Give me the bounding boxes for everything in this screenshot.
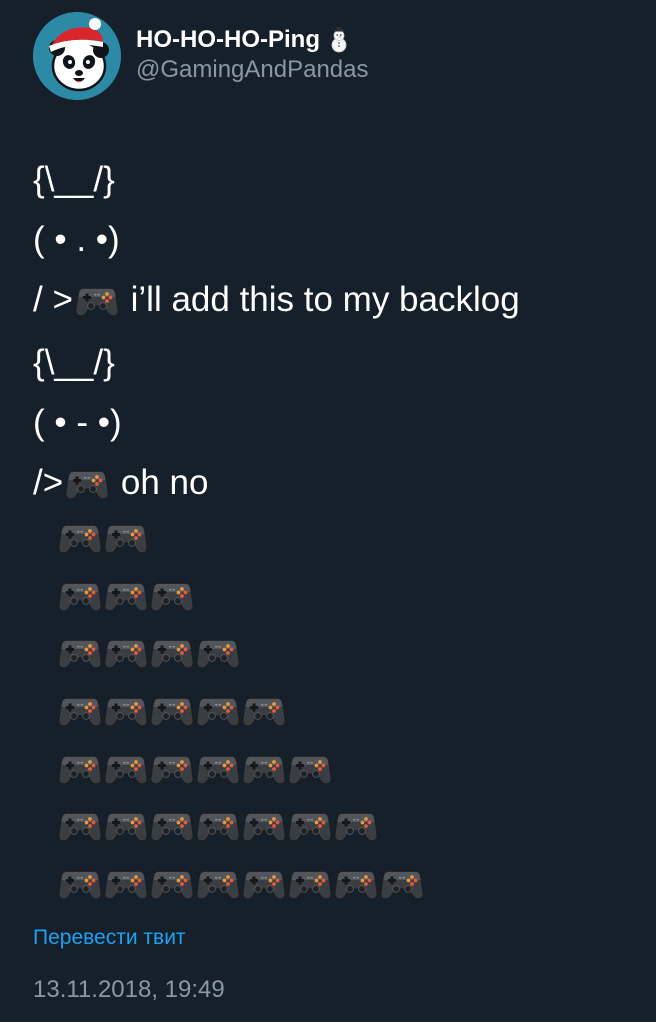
video-game-controller-icon: [334, 865, 378, 901]
controller-pile: [58, 508, 426, 912]
video-game-controller-icon: [150, 634, 194, 670]
video-game-controller-icon: [58, 807, 102, 843]
text-fragment: />: [33, 463, 64, 502]
video-game-controller-icon: [196, 807, 240, 843]
video-game-controller-icon: [58, 865, 102, 901]
video-game-controller-icon: [242, 750, 286, 786]
video-game-controller-icon: [196, 634, 240, 670]
video-game-controller-icon: [288, 807, 332, 843]
video-game-controller-icon: [104, 692, 148, 728]
video-game-controller-icon: [104, 750, 148, 786]
video-game-controller-icon: [196, 750, 240, 786]
video-game-controller-icon: [150, 750, 194, 786]
controller-row: [58, 508, 426, 566]
video-game-controller-icon: [58, 634, 102, 670]
video-game-controller-icon: [334, 807, 378, 843]
video-game-controller-icon: [242, 807, 286, 843]
snowman-icon: [328, 26, 350, 53]
video-game-controller-icon: [150, 865, 194, 901]
video-game-controller-icon: [58, 577, 102, 613]
panda-santa-hat-icon: [33, 12, 121, 100]
text-line: ( • . •): [33, 220, 120, 259]
video-game-controller-icon: [75, 282, 119, 318]
user-handle[interactable]: @GamingAndPandas: [136, 55, 369, 85]
video-game-controller-icon: [196, 865, 240, 901]
tweet-card: HO-HO-HO-Ping @GamingAndPandas {\__/} (…: [0, 0, 656, 1022]
display-name-row[interactable]: HO-HO-HO-Ping: [136, 26, 369, 54]
text-line: /> oh no: [33, 453, 520, 513]
video-game-controller-icon: [288, 865, 332, 901]
video-game-controller-icon: [242, 865, 286, 901]
video-game-controller-icon: [150, 692, 194, 728]
video-game-controller-icon: [58, 519, 102, 555]
controller-row: [58, 623, 426, 681]
tweet-timestamp[interactable]: 13.11.2018, 19:49: [33, 974, 225, 1006]
video-game-controller-icon: [104, 865, 148, 901]
controller-row: [58, 566, 426, 624]
video-game-controller-icon: [65, 465, 109, 501]
controller-row: [58, 796, 426, 854]
video-game-controller-icon: [104, 519, 148, 555]
video-game-controller-icon: [104, 807, 148, 843]
text-block: {\__/} ( • - •) /> oh no: [33, 333, 520, 513]
video-game-controller-icon: [242, 692, 286, 728]
video-game-controller-icon: [196, 692, 240, 728]
video-game-controller-icon: [288, 750, 332, 786]
text-line: {\__/}: [33, 160, 115, 199]
video-game-controller-icon: [58, 750, 102, 786]
author-names: HO-HO-HO-Ping @GamingAndPandas: [136, 26, 369, 85]
translate-tweet-link[interactable]: Перевести твит: [33, 924, 186, 952]
tweet-header: HO-HO-HO-Ping @GamingAndPandas: [33, 12, 369, 100]
tweet-text: {\__/} ( • . •) / > i’ll add this to my …: [33, 150, 520, 513]
video-game-controller-icon: [58, 692, 102, 728]
video-game-controller-icon: [150, 577, 194, 613]
text-fragment: i’ll add this to my backlog: [120, 280, 520, 319]
text-fragment: oh no: [111, 463, 209, 502]
controller-row: [58, 854, 426, 912]
text-line: {\__/}: [33, 343, 115, 382]
controller-row: [58, 681, 426, 739]
avatar[interactable]: [33, 12, 121, 100]
video-game-controller-icon: [104, 634, 148, 670]
video-game-controller-icon: [380, 865, 424, 901]
controller-row: [58, 739, 426, 797]
display-name[interactable]: HO-HO-HO-Ping: [136, 26, 320, 54]
video-game-controller-icon: [104, 577, 148, 613]
text-line: ( • - •): [33, 403, 122, 442]
text-line: / > i’ll add this to my backlog: [33, 270, 520, 330]
text-fragment: / >: [33, 280, 73, 319]
video-game-controller-icon: [150, 807, 194, 843]
